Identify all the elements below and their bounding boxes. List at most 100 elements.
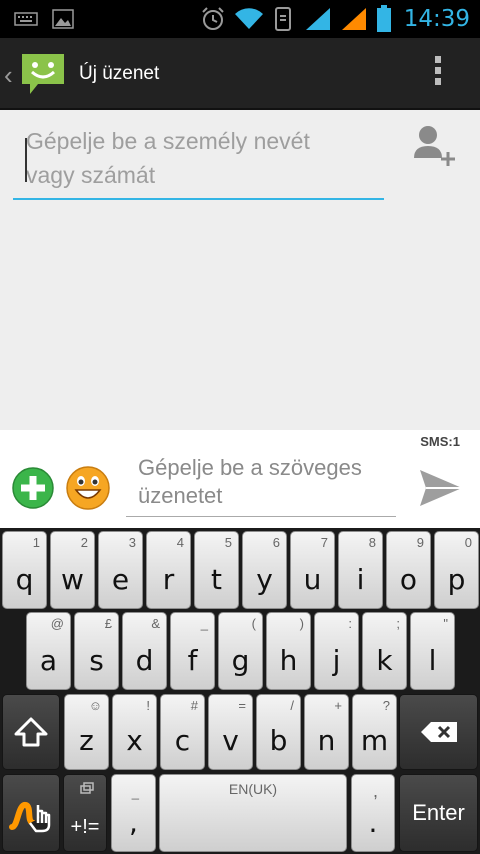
key-alt-label: ; <box>396 616 400 631</box>
add-attachment-icon[interactable] <box>12 467 54 514</box>
backspace-key[interactable] <box>399 694 478 770</box>
key-u[interactable]: 7u <box>290 531 335 609</box>
key-m[interactable]: ? m <box>352 694 397 770</box>
back-chevron-icon[interactable]: ‹ <box>4 60 13 91</box>
key-l[interactable]: " l <box>410 612 455 690</box>
recipient-input[interactable]: Gépelje be a személy nevét vagy számát <box>13 120 353 192</box>
comma-key[interactable]: _ , <box>111 774 156 852</box>
key-label: p <box>447 563 466 596</box>
keyboard-icon <box>14 12 38 26</box>
key-alt-label: 2 <box>80 535 88 550</box>
shift-key[interactable] <box>2 694 60 770</box>
recipient-field[interactable]: Gépelje be a személy nevét vagy számát <box>13 120 384 200</box>
key-label: y <box>256 563 273 596</box>
key-label: o <box>399 563 418 596</box>
key-o[interactable]: 9o <box>386 531 431 609</box>
key-z[interactable]: ☺ z <box>64 694 109 770</box>
message-field[interactable]: Gépelje be a szöveges üzenetet <box>126 452 396 517</box>
key-y[interactable]: 6y <box>242 531 287 609</box>
space-key[interactable]: EN(UK) <box>159 774 347 852</box>
key-label: b <box>269 724 288 757</box>
key-w[interactable]: 2w <box>50 531 95 609</box>
key-label: e <box>111 563 130 596</box>
key-alt-label: ( <box>251 616 256 631</box>
key-k[interactable]: ; k <box>362 612 407 690</box>
key-t[interactable]: 5t <box>194 531 239 609</box>
emoji-icon[interactable] <box>66 466 110 515</box>
key-alt-label: ) <box>299 616 304 631</box>
sync-icon <box>272 6 296 32</box>
period-key[interactable]: , . <box>351 774 395 852</box>
key-q[interactable]: 1q <box>2 531 47 609</box>
overflow-menu-icon[interactable] <box>432 56 444 92</box>
key-alt-label: + <box>334 698 342 713</box>
image-icon <box>52 9 74 29</box>
key-v[interactable]: = v <box>208 694 253 770</box>
swype-key[interactable] <box>2 774 60 852</box>
key-alt-label: & <box>151 616 160 631</box>
key-alt-label: 6 <box>272 535 280 550</box>
key-label: l <box>428 644 437 677</box>
key-j[interactable]: :j <box>314 612 359 690</box>
symbols-key[interactable]: +!= <box>63 774 107 852</box>
key-alt-label: ? <box>382 698 390 713</box>
period-key-label: . <box>368 806 378 839</box>
key-d[interactable]: & d <box>122 612 167 690</box>
key-s[interactable]: £ s <box>74 612 119 690</box>
key-label: n <box>317 724 336 757</box>
comma-key-label: , <box>129 806 138 839</box>
key-label: w <box>61 563 84 596</box>
key-label: q <box>15 563 34 596</box>
key-p[interactable]: 0p <box>434 531 479 609</box>
messaging-app-icon[interactable] <box>20 50 66 101</box>
key-alt-label: = <box>238 698 246 713</box>
key-alt-label: " <box>443 616 448 631</box>
swype-icon <box>3 775 59 851</box>
key-label: i <box>356 563 365 596</box>
key-label: j <box>332 644 341 677</box>
add-contact-icon[interactable] <box>412 124 456 173</box>
key-i[interactable]: 8i <box>338 531 383 609</box>
key-label: f <box>187 644 198 677</box>
key-alt-label: 8 <box>368 535 376 550</box>
send-icon[interactable] <box>418 468 464 513</box>
key-alt-label: # <box>190 698 198 713</box>
keyboard: 1q2w3e4r5t6y7u8i9o0p @ a £ s & d _ f(g) h: j; k " l … <box>0 528 480 854</box>
key-label: k <box>376 644 393 677</box>
key-label: m <box>360 724 389 757</box>
battery-icon <box>376 5 392 33</box>
page-title: Új üzenet <box>79 63 160 84</box>
key-alt-label: £ <box>104 616 112 631</box>
key-label: z <box>79 724 94 757</box>
key-b[interactable]: / b <box>256 694 301 770</box>
key-alt-label: _ <box>200 616 208 631</box>
key-g[interactable]: (g <box>218 612 263 690</box>
key-alt-label: / <box>290 698 294 713</box>
key-alt-label: ☺ <box>88 698 102 713</box>
key-c[interactable]: # c <box>160 694 205 770</box>
key-alt-label: ! <box>146 698 150 713</box>
message-input[interactable]: Gépelje be a szöveges üzenetet <box>126 452 386 510</box>
key-f[interactable]: _ f <box>170 612 215 690</box>
key-label: d <box>135 644 154 677</box>
comma-key-alt: _ <box>131 785 139 800</box>
period-key-alt: , <box>372 781 378 801</box>
alarm-icon <box>200 6 226 32</box>
text-caret <box>25 138 27 182</box>
enter-key[interactable]: Enter <box>399 774 478 852</box>
key-e[interactable]: 3e <box>98 531 143 609</box>
key-a[interactable]: @ a <box>26 612 71 690</box>
key-r[interactable]: 4r <box>146 531 191 609</box>
key-label: r <box>162 563 175 596</box>
key-label: x <box>126 724 143 757</box>
key-label: h <box>279 644 298 677</box>
key-label: g <box>231 644 250 677</box>
status-bar: 14:39 <box>0 0 480 38</box>
key-alt-label: 7 <box>320 535 328 550</box>
key-x[interactable]: ! x <box>112 694 157 770</box>
key-label: t <box>211 563 222 596</box>
key-label: a <box>39 644 58 677</box>
key-alt-label: 0 <box>464 535 472 550</box>
key-h[interactable]: ) h <box>266 612 311 690</box>
key-n[interactable]: + n <box>304 694 349 770</box>
